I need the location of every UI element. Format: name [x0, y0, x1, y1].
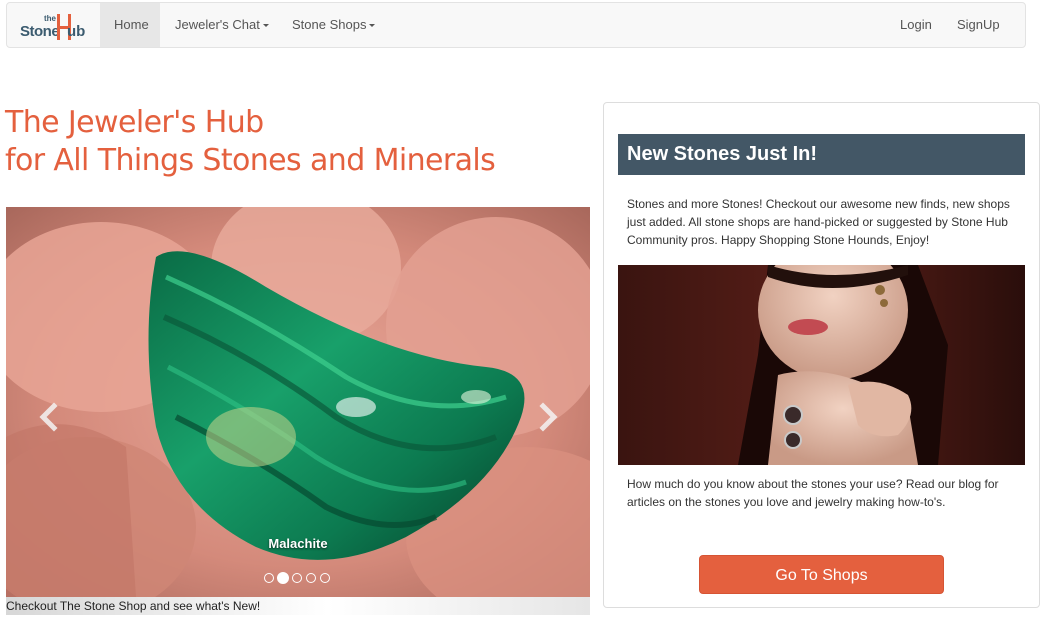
nav-login-label: Login [900, 17, 932, 32]
carousel-caption: Malachite [268, 536, 328, 551]
model-jewelry-photo [618, 265, 1025, 465]
nav-stone-shops[interactable]: Stone Shops [278, 3, 389, 47]
carousel-indicator-4[interactable] [306, 573, 316, 583]
nav-home[interactable]: Home [100, 3, 160, 47]
hero-title: The Jeweler's Hub for All Things Stones … [5, 104, 595, 180]
nav-signup[interactable]: SignUp [943, 3, 1014, 47]
carousel-footer-text: Checkout The Stone Shop and see what's N… [6, 597, 590, 615]
brand-stone: Stone [20, 23, 60, 40]
panel-intro-text: Stones and more Stones! Checkout our awe… [627, 197, 1010, 247]
carousel-indicator-5[interactable] [320, 573, 330, 583]
chevron-down-icon [262, 24, 269, 28]
panel-heading: New Stones Just In! [618, 134, 1025, 175]
carousel-indicator-2[interactable] [277, 572, 289, 584]
nav-login[interactable]: Login [886, 3, 946, 47]
nav-stone-shops-label: Stone Shops [292, 17, 367, 32]
nav-home-label: Home [114, 17, 149, 32]
carousel-indicator-1[interactable] [264, 573, 274, 583]
new-stones-panel: New Stones Just In! Stones and more Ston… [603, 102, 1040, 608]
brand-hub: ub [67, 23, 86, 40]
go-to-shops-button[interactable]: Go To Shops [699, 555, 944, 594]
chevron-left-icon [39, 402, 58, 432]
nav-signup-label: SignUp [957, 17, 1000, 32]
image-carousel[interactable]: Malachite [6, 207, 590, 597]
brand-logo[interactable]: the Stone ub [17, 7, 97, 45]
brand-the: the [44, 14, 56, 23]
navbar: the Stone ub Home Jeweler's Chat Stone S… [6, 2, 1026, 48]
chevron-right-icon [539, 402, 558, 432]
panel-body-text: How much do you know about the stones yo… [627, 477, 999, 509]
carousel-prev-button[interactable] [34, 402, 64, 432]
model-photo [618, 265, 1025, 465]
hero-title-line1: The Jeweler's Hub [5, 105, 264, 140]
carousel-next-button[interactable] [533, 402, 563, 432]
nav-jewelers-chat[interactable]: Jeweler's Chat [161, 3, 283, 47]
carousel-indicator-3[interactable] [292, 573, 302, 583]
hero-title-line2: for All Things Stones and Minerals [5, 143, 496, 178]
nav-jewelers-chat-label: Jeweler's Chat [175, 17, 260, 32]
chevron-down-icon [369, 24, 376, 28]
